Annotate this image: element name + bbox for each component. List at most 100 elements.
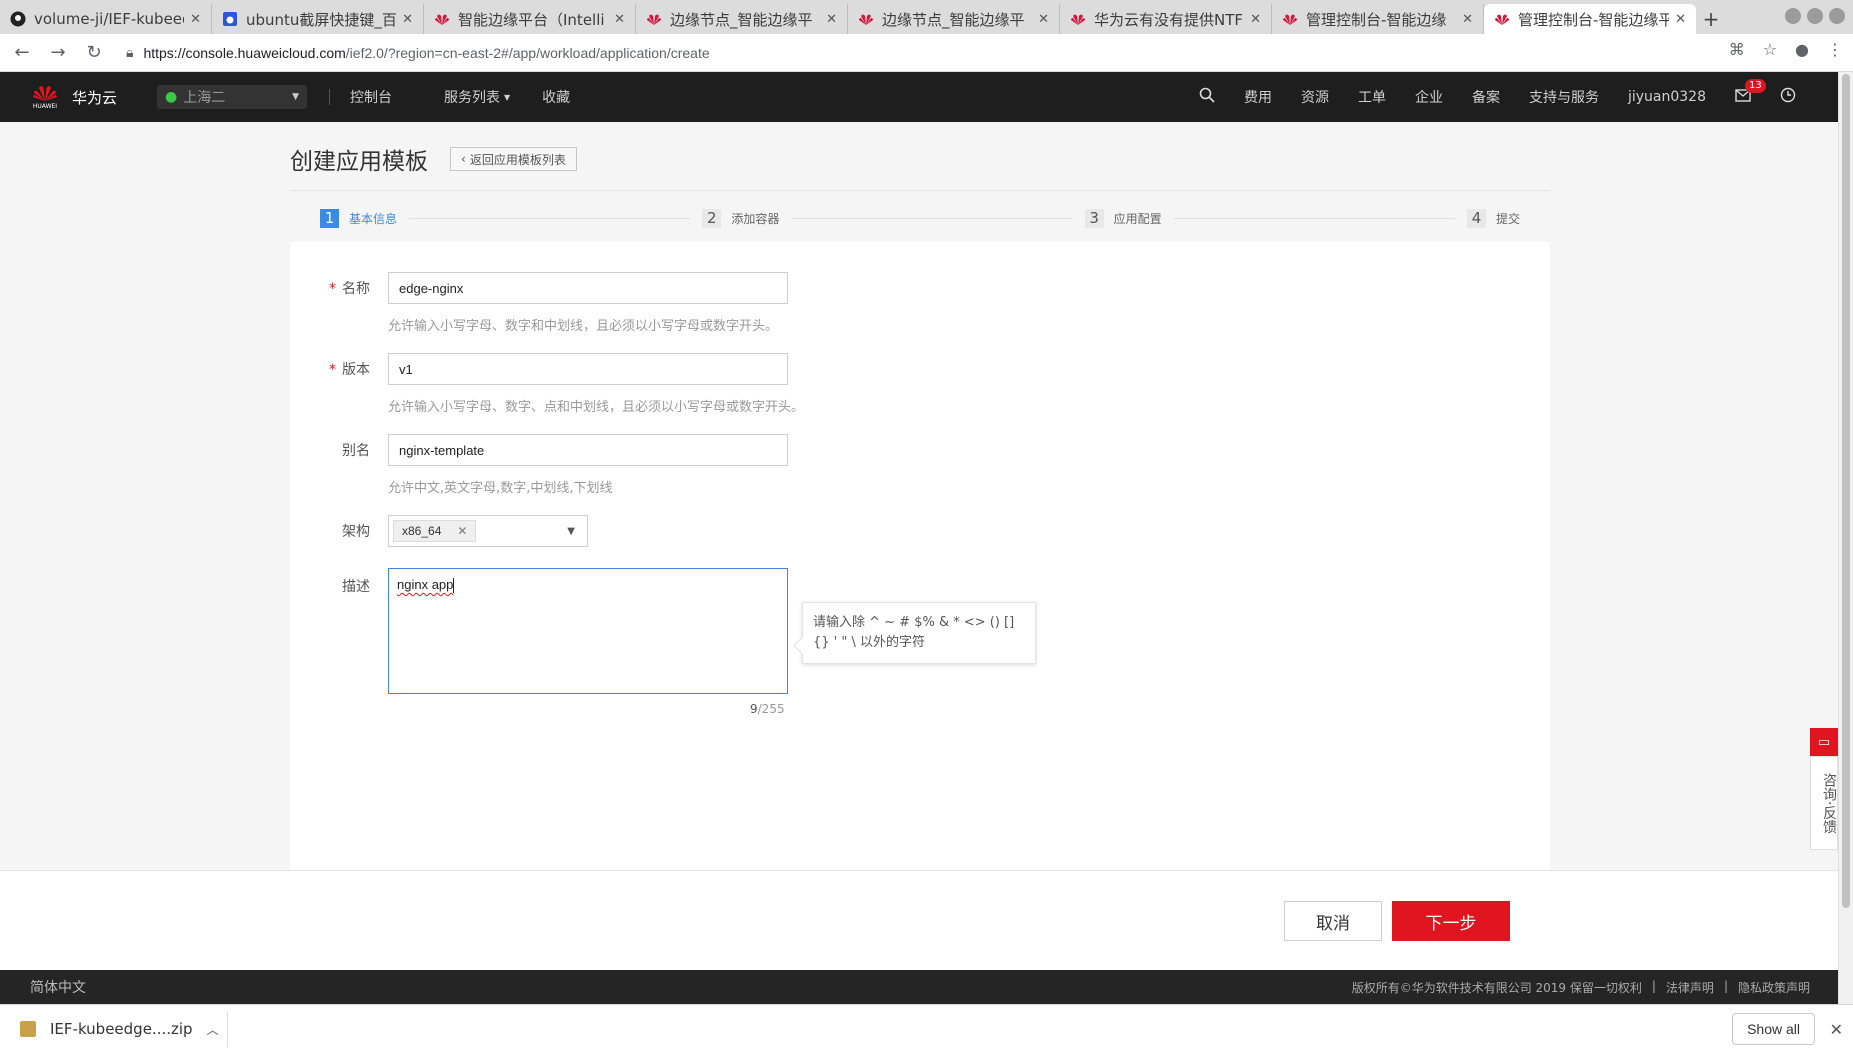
version-value: v1 bbox=[399, 361, 413, 377]
browser-tab[interactable]: ubuntu截屏快捷键_百 ✕ bbox=[212, 4, 424, 34]
region-selector[interactable]: ● 上海二 ▼ bbox=[157, 85, 308, 109]
huawei-icon bbox=[1070, 11, 1086, 27]
brand-name[interactable]: 华为云 bbox=[72, 87, 117, 108]
close-window-icon[interactable] bbox=[1829, 8, 1845, 24]
maximize-icon[interactable] bbox=[1807, 8, 1823, 24]
browser-tab[interactable]: 华为云有没有提供NTF ✕ bbox=[1060, 4, 1272, 34]
close-icon[interactable]: ✕ bbox=[402, 12, 413, 27]
tab-title: 管理控制台-智能边缘 bbox=[1306, 10, 1447, 29]
next-step-button[interactable]: 下一步 bbox=[1392, 901, 1510, 941]
browser-tab[interactable]: 边缘节点_智能边缘平 ✕ bbox=[636, 4, 848, 34]
chevron-down-icon[interactable]: ▼ bbox=[567, 526, 575, 537]
minimize-icon[interactable] bbox=[1785, 8, 1801, 24]
step-connector bbox=[791, 217, 1073, 219]
arch-select[interactable]: x86_64 ✕ ▼ bbox=[388, 515, 588, 547]
nav-resources-link[interactable]: 资源 bbox=[1301, 87, 1329, 107]
close-icon[interactable]: ✕ bbox=[1462, 12, 1473, 27]
alias-input[interactable]: nginx-template bbox=[388, 434, 788, 466]
feedback-widget[interactable]: ▭ 咨询·反馈 bbox=[1810, 728, 1838, 850]
show-all-label: Show all bbox=[1747, 1021, 1800, 1037]
new-tab-button[interactable]: + bbox=[1696, 4, 1726, 34]
nav-divider bbox=[329, 89, 331, 105]
star-icon[interactable]: ☆ bbox=[1763, 40, 1777, 59]
browser-tab[interactable]: 智能边缘平台（Intelli ✕ bbox=[424, 4, 636, 34]
tab-title: 智能边缘平台（Intelli bbox=[458, 10, 605, 29]
footer-divider: | bbox=[1651, 978, 1656, 993]
clock-icon[interactable] bbox=[1780, 87, 1796, 107]
back-to-list-button[interactable]: ‹ 返回应用模板列表 bbox=[450, 147, 577, 171]
tab-title: 管理控制台-智能边缘平 bbox=[1518, 10, 1670, 29]
logo-text: HUAWEI bbox=[32, 103, 58, 110]
back-arrow-icon[interactable]: ← bbox=[8, 39, 36, 67]
remove-tag-icon[interactable]: ✕ bbox=[457, 524, 467, 538]
download-filename: IEF-kubeedge....zip bbox=[50, 1020, 193, 1038]
close-icon[interactable]: ✕ bbox=[614, 12, 625, 27]
url-path: /ief2.0/?region=cn-east-2#/app/workload/… bbox=[345, 44, 710, 61]
feedback-label: 咨询·反馈 bbox=[1810, 756, 1838, 850]
username-menu[interactable]: jiyuan0328 bbox=[1628, 89, 1706, 105]
close-icon[interactable]: ✕ bbox=[190, 12, 201, 27]
baidu-icon bbox=[222, 11, 238, 27]
close-icon[interactable]: ✕ bbox=[1830, 1020, 1843, 1039]
nav-console-link[interactable]: 控制台 bbox=[350, 87, 392, 107]
huawei-logo-icon bbox=[33, 86, 57, 101]
nav-service-list-link[interactable]: 服务列表 ▼ bbox=[444, 87, 510, 107]
required-marker: * bbox=[329, 362, 336, 378]
huawei-icon bbox=[434, 11, 450, 27]
legal-link[interactable]: 法律声明 bbox=[1666, 979, 1714, 996]
browser-tab[interactable]: 边缘节点_智能边缘平 ✕ bbox=[848, 4, 1060, 34]
close-icon[interactable]: ✕ bbox=[1038, 12, 1049, 27]
huawei-logo[interactable]: HUAWEI bbox=[30, 84, 60, 110]
name-label-text: 名称 bbox=[342, 281, 370, 297]
privacy-link[interactable]: 隐私政策声明 bbox=[1738, 979, 1810, 996]
name-input[interactable]: edge-nginx bbox=[388, 272, 788, 304]
step-connector bbox=[409, 217, 691, 219]
translate-icon[interactable]: ⌘ bbox=[1729, 40, 1745, 59]
mail-icon[interactable]: 13 bbox=[1735, 78, 1766, 106]
arch-label: 架构 bbox=[290, 521, 370, 541]
close-icon[interactable]: ✕ bbox=[1675, 12, 1686, 27]
cancel-button[interactable]: 取消 bbox=[1284, 901, 1382, 941]
browser-tab[interactable]: 管理控制台-智能边缘 ✕ bbox=[1272, 4, 1484, 34]
browser-tab-active[interactable]: 管理控制台-智能边缘平 ✕ bbox=[1484, 4, 1696, 34]
char-max: /255 bbox=[757, 702, 785, 716]
nav-tickets-link[interactable]: 工单 bbox=[1358, 87, 1386, 107]
account-icon[interactable]: ● bbox=[1795, 40, 1809, 59]
tab-title: 华为云有没有提供NTF bbox=[1094, 10, 1244, 29]
chevron-left-icon: ‹ bbox=[461, 152, 466, 166]
download-item[interactable]: IEF-kubeedge....zip ︿ bbox=[20, 1011, 228, 1047]
nav-support-link[interactable]: 支持与服务 bbox=[1529, 87, 1599, 107]
lock-icon: 🔒︎ bbox=[126, 44, 134, 60]
close-icon[interactable]: ✕ bbox=[1250, 12, 1261, 27]
forward-arrow-icon[interactable]: → bbox=[44, 39, 72, 67]
cancel-label: 取消 bbox=[1316, 913, 1350, 934]
show-all-downloads-button[interactable]: Show all bbox=[1732, 1013, 1815, 1045]
nav-link-label: 收藏 bbox=[542, 90, 571, 106]
language-switch[interactable]: 简体中文 bbox=[30, 977, 86, 997]
name-label: * 名称 bbox=[290, 278, 370, 298]
name-value: edge-nginx bbox=[399, 280, 464, 296]
description-value: nginx app bbox=[397, 577, 454, 592]
page-header: 创建应用模板 ‹ 返回应用模板列表 bbox=[290, 142, 577, 176]
nav-favorites-link[interactable]: 收藏 bbox=[542, 87, 570, 107]
version-input[interactable]: v1 bbox=[388, 353, 788, 385]
nav-enterprise-link[interactable]: 企业 bbox=[1415, 87, 1443, 107]
step-add-container: 2 添加容器 bbox=[702, 208, 779, 228]
page-scrollbar[interactable] bbox=[1838, 72, 1853, 1004]
reload-icon[interactable]: ↻ bbox=[80, 39, 108, 67]
search-icon[interactable] bbox=[1199, 87, 1215, 107]
browser-tab[interactable]: volume-ji/IEF-kubeed ✕ bbox=[0, 4, 212, 34]
description-textarea[interactable]: nginx app bbox=[388, 568, 788, 694]
arch-tag: x86_64 ✕ bbox=[393, 520, 477, 542]
browser-tab-strip: volume-ji/IEF-kubeed ✕ ubuntu截屏快捷键_百 ✕ 智… bbox=[0, 0, 1853, 34]
scrollbar-thumb[interactable] bbox=[1842, 74, 1850, 908]
chevron-up-icon[interactable]: ︿ bbox=[207, 1021, 219, 1038]
url-field[interactable]: 🔒︎ https://console.huaweicloud.com/ief2.… bbox=[126, 44, 710, 61]
tab-title: 边缘节点_智能边缘平 bbox=[882, 10, 1025, 29]
close-icon[interactable]: ✕ bbox=[826, 12, 837, 27]
menu-icon[interactable]: ⋮ bbox=[1827, 40, 1843, 59]
nav-billing-link[interactable]: 费用 bbox=[1244, 87, 1272, 107]
nav-filing-link[interactable]: 备案 bbox=[1472, 87, 1500, 107]
tab-title: volume-ji/IEF-kubeed bbox=[34, 10, 185, 28]
message-count-badge: 13 bbox=[1745, 78, 1766, 93]
